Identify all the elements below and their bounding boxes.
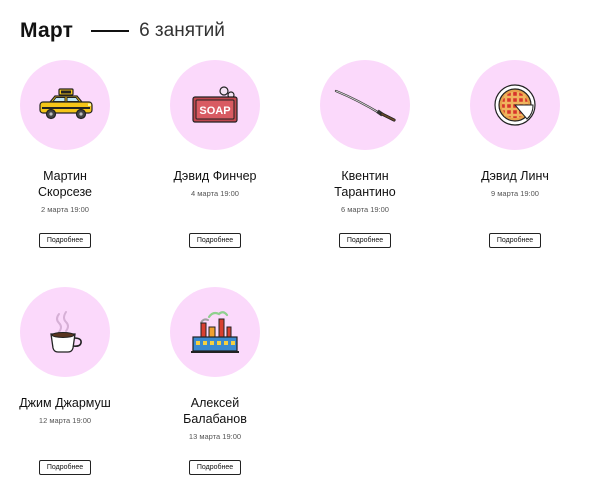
svg-text:SOAP: SOAP	[199, 105, 230, 117]
lesson-date: 12 марта 19:00	[38, 416, 92, 425]
lesson-image	[320, 60, 410, 150]
details-button[interactable]: Подробнее	[39, 233, 91, 248]
lesson-count: 6 занятий	[139, 20, 225, 41]
lesson-card: Дэвид Линч 9 марта 19:00 Подробнее	[440, 60, 590, 248]
lesson-card: Квентин Тарантино 6 марта 19:00 Подробне…	[290, 60, 440, 248]
director-name: Мартин Скорсезе	[37, 169, 92, 199]
factory-icon	[189, 309, 241, 355]
lesson-image	[20, 287, 110, 377]
director-name: Джим Джармуш	[19, 396, 111, 410]
header-divider	[91, 30, 130, 32]
details-button[interactable]: Подробнее	[189, 233, 241, 248]
lesson-date: 4 марта 19:00	[191, 189, 239, 198]
lesson-date: 9 марта 19:00	[491, 189, 539, 198]
lesson-image	[470, 60, 560, 150]
lesson-card: SOAP Дэвид Финчер 4 марта 19:00 Подробне…	[140, 60, 290, 248]
month-header: Март 6 занятий	[20, 18, 225, 44]
details-button[interactable]: Подробнее	[489, 233, 541, 248]
lesson-card: Джим Джармуш 12 марта 19:00 Подробнее	[0, 287, 140, 475]
taxi-icon	[36, 88, 94, 122]
details-button[interactable]: Подробнее	[189, 460, 241, 475]
lessons-page: Март 6 занятий Мартин Скорсезе 2 марта 1…	[0, 0, 609, 491]
lesson-image	[20, 60, 110, 150]
lesson-date: 13 марта 19:00	[188, 432, 242, 441]
details-button[interactable]: Подробнее	[39, 460, 91, 475]
month-title: Март	[20, 19, 74, 42]
director-name: Дэвид Линч	[481, 169, 549, 183]
katana-icon	[333, 88, 397, 122]
lesson-date: 2 марта 19:00	[41, 205, 89, 214]
lesson-date: 6 марта 19:00	[341, 205, 389, 214]
soap-icon: SOAP	[190, 85, 240, 125]
lesson-image	[170, 287, 260, 377]
director-name: Алексей Балабанов	[183, 396, 247, 426]
coffee-cup-icon	[45, 310, 85, 354]
lesson-image: SOAP	[170, 60, 260, 150]
director-name: Дэвид Финчер	[173, 169, 257, 183]
lesson-card: Алексей Балабанов 13 марта 19:00 Подробн…	[140, 287, 290, 475]
director-name: Квентин Тарантино	[334, 169, 396, 199]
cherry-pie-icon	[493, 83, 537, 127]
lesson-card: Мартин Скорсезе 2 марта 19:00 Подробнее	[0, 60, 140, 248]
details-button[interactable]: Подробнее	[339, 233, 391, 248]
